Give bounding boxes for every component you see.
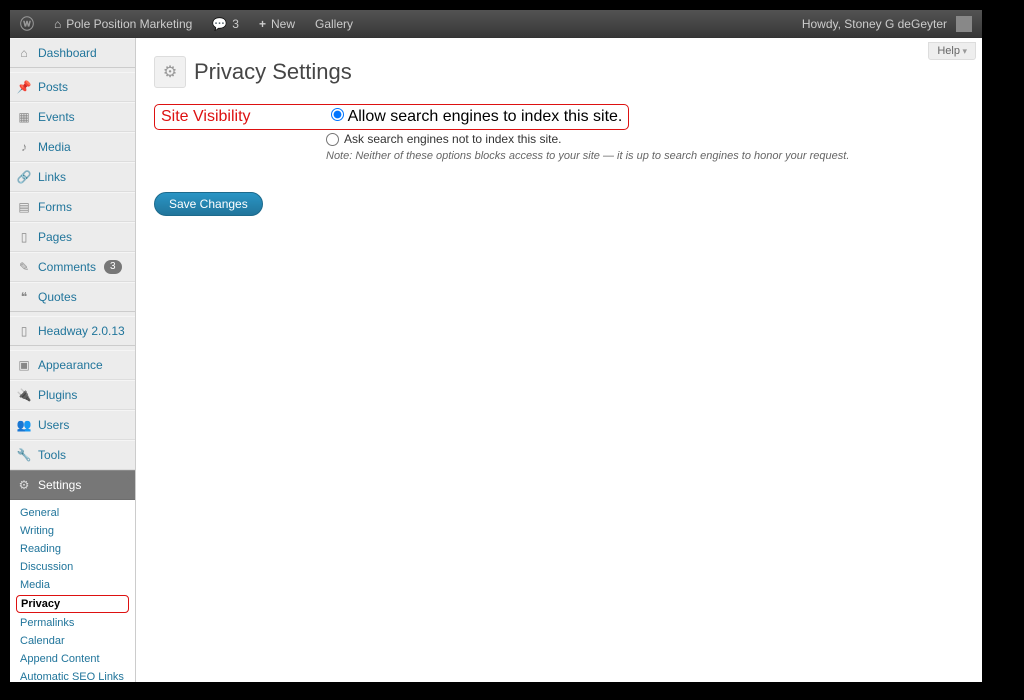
menu-label: Plugins xyxy=(38,388,77,402)
menu-label: Comments xyxy=(38,260,96,274)
menu-label: Links xyxy=(38,170,66,184)
menu-label: Quotes xyxy=(38,290,77,304)
menu-label: Pages xyxy=(38,230,72,244)
radio-block-index[interactable] xyxy=(326,133,339,146)
sidebar-item-events[interactable]: ▦ Events xyxy=(10,102,135,132)
new-content-menu[interactable]: + New xyxy=(249,10,305,38)
wp-logo-menu[interactable]: ⓦ xyxy=(10,10,44,38)
plugin-icon: 🔌 xyxy=(16,387,32,403)
menu-label: Settings xyxy=(38,478,81,492)
account-menu[interactable]: Howdy, Stoney G deGeyter xyxy=(792,10,982,38)
page-icon: ▯ xyxy=(16,229,32,245)
site-name-menu[interactable]: ⌂ Pole Position Marketing xyxy=(44,10,202,38)
radio-block-text: Ask search engines not to index this sit… xyxy=(344,132,561,146)
sidebar-item-plugins[interactable]: 🔌 Plugins xyxy=(10,380,135,410)
submenu-append-content[interactable]: Append Content xyxy=(10,650,135,668)
admin-sidebar: ⌂Dashboard 📌Posts ▦Events ♪Media 🔗Links … xyxy=(10,38,136,682)
submenu-permalinks[interactable]: Permalinks xyxy=(10,614,135,632)
comments-badge: 3 xyxy=(104,260,122,274)
avatar-icon xyxy=(956,16,972,32)
menu-label: Forms xyxy=(38,200,72,214)
sidebar-item-posts[interactable]: 📌 Posts xyxy=(10,72,135,102)
forms-icon: ▤ xyxy=(16,199,32,215)
settings-icon: ⚙ xyxy=(16,477,32,493)
site-name-label: Pole Position Marketing xyxy=(66,17,192,31)
sidebar-item-settings[interactable]: ⚙ Settings xyxy=(10,470,135,500)
submenu-media[interactable]: Media xyxy=(10,576,135,594)
menu-label: Posts xyxy=(38,80,68,94)
headway-icon: ▯ xyxy=(16,323,32,339)
submenu-automatic-seo-links[interactable]: Automatic SEO Links xyxy=(10,668,135,682)
help-tab[interactable]: Help xyxy=(928,42,976,60)
link-icon: 🔗 xyxy=(16,169,32,185)
users-icon: 👥 xyxy=(16,417,32,433)
menu-label: Appearance xyxy=(38,358,103,372)
sidebar-item-forms[interactable]: ▤ Forms xyxy=(10,192,135,222)
sidebar-item-quotes[interactable]: ❝ Quotes xyxy=(10,282,135,312)
privacy-settings-icon: ⚙ xyxy=(154,56,186,88)
comments-menu[interactable]: 💬3 xyxy=(202,10,249,38)
sidebar-item-dashboard[interactable]: ⌂ Dashboard xyxy=(10,38,135,68)
dashboard-icon: ⌂ xyxy=(16,45,32,61)
wordpress-logo-icon: ⓦ xyxy=(20,14,34,34)
tools-icon: 🔧 xyxy=(16,447,32,463)
quote-icon: ❝ xyxy=(16,289,32,305)
admin-bar: ⓦ ⌂Pole Position Marketing 💬3 +New Galle… xyxy=(10,10,982,38)
page-title: Privacy Settings xyxy=(194,59,352,85)
plus-icon: + xyxy=(259,17,266,31)
gallery-menu[interactable]: Gallery xyxy=(305,10,363,38)
page-title-wrap: ⚙ Privacy Settings xyxy=(154,56,964,88)
content-area: Help ⚙ Privacy Settings Site Visibility … xyxy=(136,38,982,682)
radio-allow-text: Allow search engines to index this site. xyxy=(348,108,623,125)
calendar-icon: ▦ xyxy=(16,109,32,125)
radio-allow-index[interactable] xyxy=(331,108,344,121)
home-icon: ⌂ xyxy=(54,17,61,31)
menu-label: Headway 2.0.13 xyxy=(38,324,125,338)
comment-bubble-icon: 💬 xyxy=(212,17,227,31)
submenu-general[interactable]: General xyxy=(10,504,135,522)
sidebar-item-links[interactable]: 🔗 Links xyxy=(10,162,135,192)
howdy-label: Howdy, Stoney G deGeyter xyxy=(802,17,947,31)
sidebar-item-users[interactable]: 👥 Users xyxy=(10,410,135,440)
sidebar-item-headway[interactable]: ▯ Headway 2.0.13 xyxy=(10,316,135,346)
radio-allow-label[interactable]: Allow search engines to index this site. xyxy=(331,108,622,125)
media-icon: ♪ xyxy=(16,139,32,155)
new-label: New xyxy=(271,17,295,31)
menu-label: Media xyxy=(38,140,71,154)
menu-label: Users xyxy=(38,418,69,432)
menu-label: Dashboard xyxy=(38,46,97,60)
sidebar-item-tools[interactable]: 🔧 Tools xyxy=(10,440,135,470)
sidebar-item-media[interactable]: ♪ Media xyxy=(10,132,135,162)
comment-icon: ✎ xyxy=(16,259,32,275)
sidebar-item-appearance[interactable]: ▣ Appearance xyxy=(10,350,135,380)
appearance-icon: ▣ xyxy=(16,357,32,373)
submenu-reading[interactable]: Reading xyxy=(10,540,135,558)
submenu-discussion[interactable]: Discussion xyxy=(10,558,135,576)
radio-block-label[interactable]: Ask search engines not to index this sit… xyxy=(326,132,964,146)
settings-submenu: General Writing Reading Discussion Media… xyxy=(10,500,135,682)
visibility-note: Note: Neither of these options blocks ac… xyxy=(326,150,964,162)
submenu-privacy[interactable]: Privacy xyxy=(16,595,129,613)
submenu-writing[interactable]: Writing xyxy=(10,522,135,540)
submenu-calendar[interactable]: Calendar xyxy=(10,632,135,650)
menu-label: Events xyxy=(38,110,75,124)
sidebar-item-pages[interactable]: ▯ Pages xyxy=(10,222,135,252)
site-visibility-label: Site Visibility xyxy=(161,108,311,126)
gallery-label: Gallery xyxy=(315,17,353,31)
sidebar-item-comments[interactable]: ✎ Comments 3 xyxy=(10,252,135,282)
site-visibility-highlight: Site Visibility Allow search engines to … xyxy=(154,104,629,130)
comments-count: 3 xyxy=(232,17,239,31)
save-changes-button[interactable]: Save Changes xyxy=(154,192,263,216)
menu-label: Tools xyxy=(38,448,66,462)
pin-icon: 📌 xyxy=(16,79,32,95)
